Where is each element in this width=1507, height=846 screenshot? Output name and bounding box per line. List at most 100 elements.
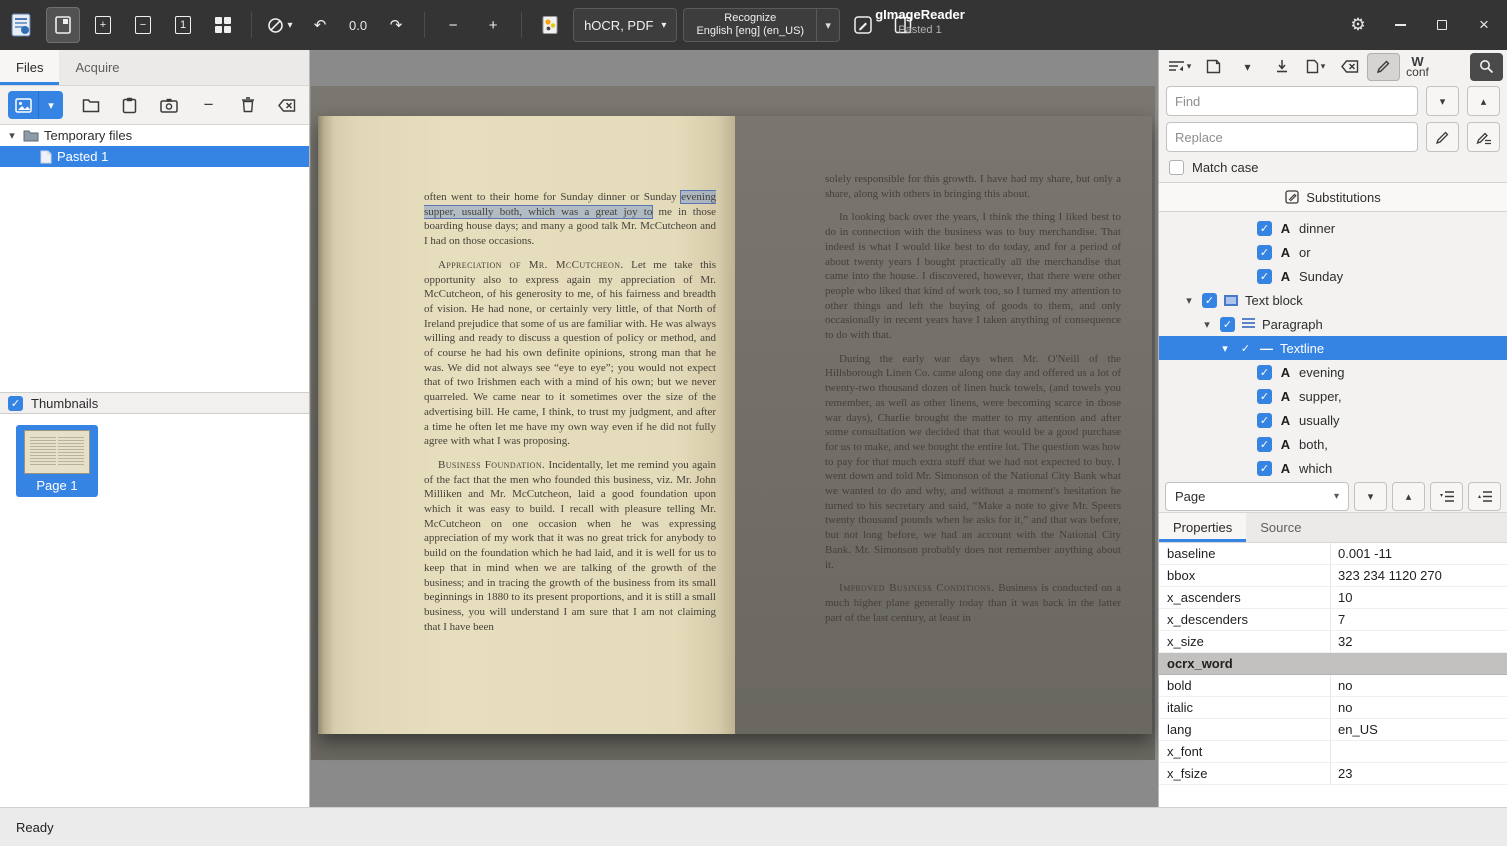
ocr-engine-settings-button[interactable]	[533, 7, 567, 43]
close-button[interactable]: ×	[1469, 10, 1499, 40]
property-row[interactable]: baseline0.001 -11	[1159, 543, 1507, 565]
output-mode-combo[interactable]: hOCR, PDF ▾	[573, 8, 677, 42]
substitutions-button[interactable]: Substitutions	[1159, 182, 1507, 212]
word-row[interactable]: ✓ A which	[1159, 456, 1507, 480]
delete-source-button[interactable]	[234, 91, 261, 119]
tab-files[interactable]: Files	[0, 50, 59, 85]
expand-all-button[interactable]	[1430, 482, 1463, 511]
expander-icon[interactable]: ▾	[1183, 294, 1195, 307]
rotation-value[interactable]: 0.0	[343, 18, 373, 33]
open-folder-button[interactable]	[77, 91, 104, 119]
property-row[interactable]: x_ascenders10	[1159, 587, 1507, 609]
property-value[interactable]: 32	[1331, 631, 1507, 652]
folder-row-temporary-files[interactable]: ▾ Temporary files	[0, 125, 309, 146]
show-confidence-button[interactable]: Wconf	[1401, 53, 1434, 81]
property-row[interactable]: x_fsize23	[1159, 763, 1507, 785]
page-layout-button[interactable]	[46, 7, 80, 43]
rotate-right-button[interactable]: ↷	[379, 7, 413, 43]
paste-clipboard-button[interactable]	[116, 91, 143, 119]
remove-page-button[interactable]: −	[126, 7, 160, 43]
property-value[interactable]: 10	[1331, 587, 1507, 608]
textblock-row[interactable]: ▾ ✓ Text block	[1159, 288, 1507, 312]
import-hocr-button[interactable]	[1265, 53, 1298, 81]
property-row[interactable]: x_font	[1159, 741, 1507, 763]
word-row[interactable]: ✓ A both,	[1159, 432, 1507, 456]
previous-item-button[interactable]: ▴	[1392, 482, 1425, 511]
property-value[interactable]: no	[1331, 675, 1507, 696]
tab-properties[interactable]: Properties	[1159, 513, 1246, 542]
word-checkbox[interactable]: ✓	[1257, 365, 1272, 380]
property-value[interactable]: en_US	[1331, 719, 1507, 740]
paragraph-row[interactable]: ▾ ✓ Paragraph	[1159, 312, 1507, 336]
word-checkbox[interactable]: ✓	[1257, 413, 1272, 428]
word-row[interactable]: ✓ A supper,	[1159, 384, 1507, 408]
find-input[interactable]	[1166, 86, 1418, 116]
property-value[interactable]: 0.001 -11	[1331, 543, 1507, 564]
add-image-dropdown-button[interactable]: ▾	[38, 91, 63, 119]
insert-mode-button[interactable]: ▾	[1163, 53, 1196, 81]
screenshot-button[interactable]	[156, 91, 183, 119]
word-checkbox[interactable]: ✓	[1257, 461, 1272, 476]
rotate-left-button[interactable]: ↶	[303, 7, 337, 43]
thumbnails-checkbox[interactable]: ✓	[8, 396, 23, 411]
thumbnail-page-1[interactable]: Page 1	[16, 425, 98, 497]
word-row[interactable]: ✓ A Sunday	[1159, 264, 1507, 288]
word-row[interactable]: ✓ A evening	[1159, 360, 1507, 384]
multi-page-button[interactable]	[206, 7, 240, 43]
maximize-button[interactable]	[1427, 10, 1457, 40]
remove-source-button[interactable]: −	[195, 91, 222, 119]
collapse-all-button[interactable]	[1468, 482, 1501, 511]
folder-expander-icon[interactable]: ▾	[6, 129, 18, 142]
replace-input[interactable]	[1166, 122, 1418, 152]
find-next-button[interactable]: ▾	[1426, 86, 1459, 116]
textline-row-selected[interactable]: ▾ ✓ — Textline	[1159, 336, 1507, 360]
tab-source[interactable]: Source	[1246, 513, 1315, 542]
rotate-mode-button[interactable]: ▾	[263, 7, 297, 43]
property-row[interactable]: langen_US	[1159, 719, 1507, 741]
recognize-dropdown-button[interactable]: ▾	[816, 8, 840, 42]
word-row[interactable]: ✓ A dinner	[1159, 216, 1507, 240]
word-checkbox[interactable]: ✓	[1257, 269, 1272, 284]
add-image-button[interactable]	[8, 91, 38, 119]
property-row[interactable]: italicno	[1159, 697, 1507, 719]
property-value[interactable]: no	[1331, 697, 1507, 718]
minimize-button[interactable]	[1385, 10, 1415, 40]
image-canvas[interactable]: often went to their home for Sunday dinn…	[310, 50, 1158, 807]
recognize-button[interactable]: Recognize English [eng] (en_US)	[683, 8, 816, 42]
property-row[interactable]: bbox323 234 1120 270	[1159, 565, 1507, 587]
replace-button[interactable]	[1426, 122, 1459, 152]
single-page-button[interactable]: 1	[166, 7, 200, 43]
zoom-in-button[interactable]: +	[476, 7, 510, 43]
textline-checkbox[interactable]: ✓	[1238, 341, 1253, 356]
property-row[interactable]: x_descenders7	[1159, 609, 1507, 631]
property-row[interactable]: boldno	[1159, 675, 1507, 697]
clear-sources-button[interactable]	[274, 91, 301, 119]
file-row-pasted-1[interactable]: Pasted 1	[0, 146, 309, 167]
word-row[interactable]: ✓ A usually	[1159, 408, 1507, 432]
highlight-mode-toggle-button[interactable]	[1367, 53, 1400, 81]
open-hocr-button[interactable]	[1197, 53, 1230, 81]
property-value[interactable]: 7	[1331, 609, 1507, 630]
match-case-checkbox[interactable]	[1169, 160, 1184, 175]
replace-all-button[interactable]	[1467, 122, 1500, 152]
word-checkbox[interactable]: ✓	[1257, 389, 1272, 404]
paragraph-checkbox[interactable]: ✓	[1220, 317, 1235, 332]
find-replace-toggle-button[interactable]	[1470, 53, 1503, 81]
page-combo[interactable]: Page ▾	[1165, 482, 1349, 511]
word-checkbox[interactable]: ✓	[1257, 245, 1272, 260]
scanned-book-photo[interactable]: often went to their home for Sunday dinn…	[311, 86, 1155, 760]
next-item-button[interactable]: ▾	[1354, 482, 1387, 511]
word-checkbox[interactable]: ✓	[1257, 221, 1272, 236]
zoom-out-button[interactable]: −	[436, 7, 470, 43]
word-row[interactable]: ✓ A or	[1159, 240, 1507, 264]
expander-icon[interactable]: ▾	[1219, 342, 1231, 355]
textblock-checkbox[interactable]: ✓	[1202, 293, 1217, 308]
clear-output-button[interactable]	[1333, 53, 1366, 81]
save-options-dropdown-button[interactable]: ▾	[1231, 53, 1264, 81]
app-menu-gear-button[interactable]: ⚙	[1343, 10, 1373, 40]
export-button[interactable]: ▾	[1299, 53, 1332, 81]
word-checkbox[interactable]: ✓	[1257, 437, 1272, 452]
property-value[interactable]: 323 234 1120 270	[1331, 565, 1507, 586]
property-row[interactable]: x_size32	[1159, 631, 1507, 653]
property-value[interactable]: 23	[1331, 763, 1507, 784]
